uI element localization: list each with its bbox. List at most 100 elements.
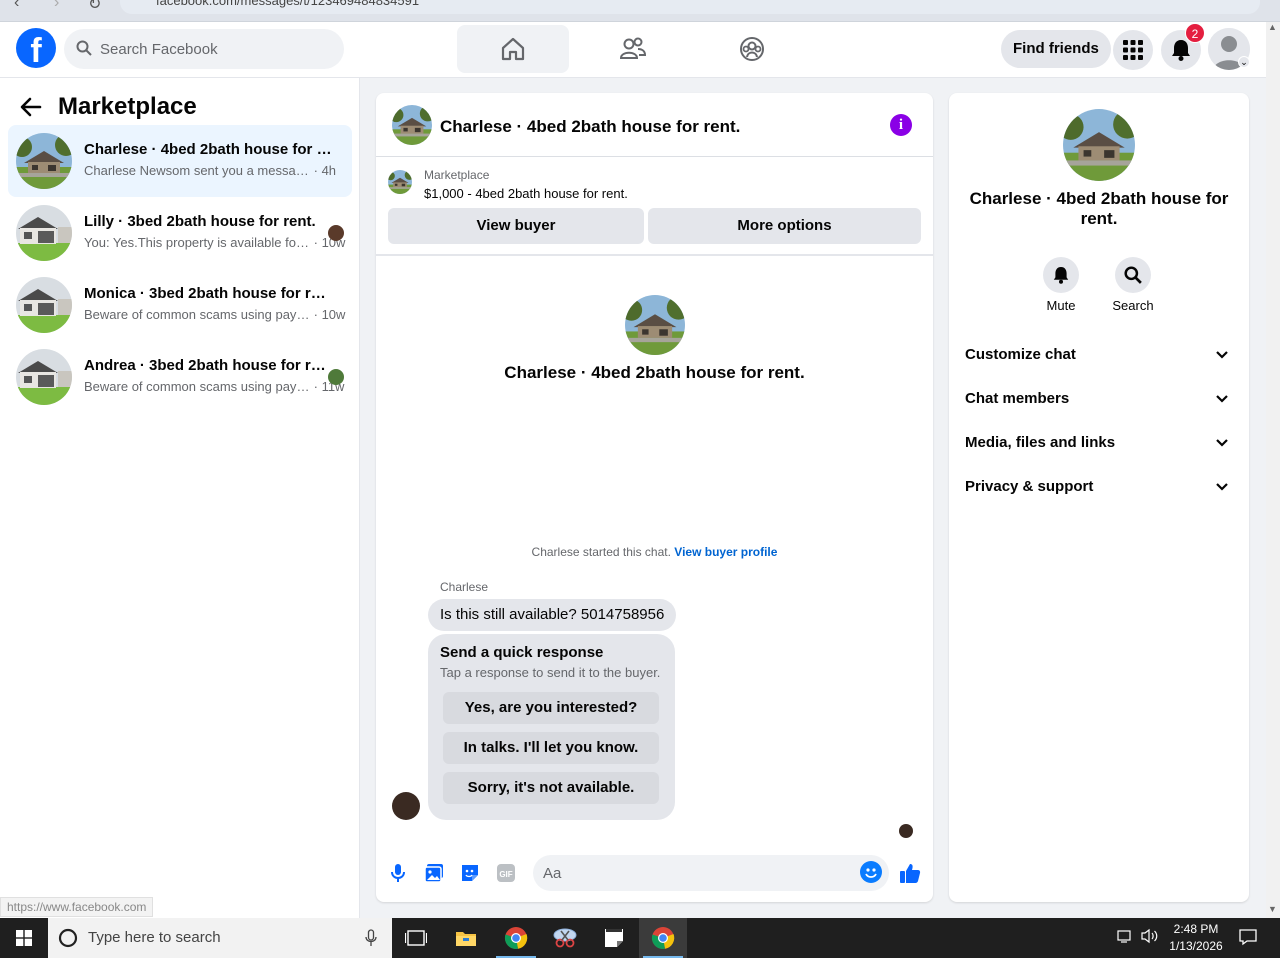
- microphone-icon: [391, 864, 405, 882]
- home-icon: [501, 37, 525, 61]
- bell-icon: [1172, 40, 1190, 61]
- more-options-button[interactable]: More options: [648, 208, 921, 244]
- conversation-name: Charlese · 4bed 2bath house for rent.: [84, 141, 334, 158]
- voice-clip-button[interactable]: [387, 862, 409, 884]
- address-bar[interactable]: facebook.com/messages/t/123469484834591: [120, 0, 1260, 14]
- conversation-item[interactable]: Monica · 3bed 2bath house for rent. Bewa…: [8, 269, 352, 341]
- windows-logo-icon: [16, 930, 32, 946]
- facebook-logo[interactable]: f: [16, 28, 56, 68]
- conversation-name: Andrea · 3bed 2bath house for rent.: [84, 357, 334, 374]
- attach-photo-button[interactable]: [423, 862, 445, 884]
- search-label: Search: [1112, 298, 1154, 313]
- quick-response-button[interactable]: In talks. I'll let you know.: [443, 732, 659, 764]
- quick-response-title: Send a quick response: [440, 644, 604, 661]
- system-clock[interactable]: 2:48 PM 1/13/2026: [1160, 921, 1232, 955]
- notification-count-badge: 2: [1185, 23, 1205, 43]
- like-button[interactable]: [899, 862, 921, 884]
- listing-banner: Marketplace $1,000 - 4bed 2bath house fo…: [376, 158, 933, 256]
- listing-thumbnail: [16, 205, 72, 261]
- notification-center-icon[interactable]: [1239, 928, 1257, 949]
- marketplace-conversation-list: Marketplace Charlese · 4bed 2bath house …: [0, 78, 360, 918]
- microphone-icon[interactable]: [365, 929, 377, 947]
- chevron-down-icon: [1216, 351, 1228, 359]
- scroll-down-icon[interactable]: ▼: [1268, 904, 1277, 914]
- photo-icon: [424, 864, 443, 883]
- scroll-up-icon[interactable]: ▲: [1268, 22, 1277, 32]
- info-icon[interactable]: i: [890, 114, 912, 136]
- chrome-active-taskbar-button[interactable]: [639, 918, 687, 958]
- volume-icon[interactable]: [1141, 928, 1159, 947]
- chat-members-section[interactable]: Chat members: [965, 381, 1233, 417]
- menu-button[interactable]: [1113, 30, 1153, 70]
- chrome-taskbar-button[interactable]: [492, 918, 540, 958]
- mute-action[interactable]: Mute: [1031, 257, 1091, 313]
- marketplace-label: Marketplace: [424, 168, 490, 182]
- quick-response-card: Send a quick response Tap a response to …: [428, 634, 675, 820]
- emoji-icon[interactable]: [860, 861, 882, 883]
- sender-avatar[interactable]: [392, 792, 420, 820]
- conversation-item[interactable]: Andrea · 3bed 2bath house for rent. Bewa…: [8, 341, 352, 413]
- quick-response-button[interactable]: Yes, are you interested?: [443, 692, 659, 724]
- file-explorer-button[interactable]: [442, 918, 490, 958]
- tab-home[interactable]: [457, 25, 569, 73]
- chat-thumbnail[interactable]: [392, 105, 432, 145]
- media-files-links-section[interactable]: Media, files and links: [965, 425, 1233, 461]
- reload-icon[interactable]: ↻: [88, 0, 101, 14]
- account-chevron-icon[interactable]: ⌄: [1238, 56, 1250, 68]
- info-profile-thumbnail[interactable]: [1063, 109, 1135, 181]
- view-buyer-profile-link[interactable]: View buyer profile: [674, 545, 777, 559]
- chrome-icon: [504, 927, 528, 949]
- network-icon[interactable]: [1117, 928, 1135, 947]
- taskbar-search-box[interactable]: Type here to search: [48, 918, 392, 958]
- read-receipt-avatar: [328, 369, 344, 385]
- conversation-item[interactable]: Lilly · 3bed 2bath house for rent. You: …: [8, 197, 352, 269]
- sticky-note-icon: [605, 929, 623, 947]
- find-friends-button[interactable]: Find friends: [1001, 30, 1111, 68]
- section-label: Customize chat: [965, 346, 1076, 363]
- top-navigation: f Find friends 2 ⌄: [0, 22, 1266, 78]
- mute-label: Mute: [1046, 298, 1076, 313]
- customize-chat-section[interactable]: Customize chat: [965, 337, 1233, 373]
- sticky-notes-button[interactable]: [590, 918, 638, 958]
- grid-menu-icon: [1123, 40, 1143, 60]
- listing-thumbnail: [16, 133, 72, 189]
- tab-groups[interactable]: [696, 25, 808, 73]
- page-scrollbar[interactable]: ▲ ▼: [1266, 22, 1280, 918]
- clock-date: 1/13/2026: [1169, 939, 1223, 953]
- search-conversation-action[interactable]: Search: [1103, 257, 1163, 313]
- quick-response-button[interactable]: Sorry, it's not available.: [443, 772, 659, 804]
- scissors-icon: [553, 928, 577, 948]
- section-label: Privacy & support: [965, 478, 1094, 495]
- privacy-support-section[interactable]: Privacy & support: [965, 469, 1233, 505]
- back-arrow-icon[interactable]: [20, 97, 42, 117]
- back-nav-icon[interactable]: ‹: [14, 0, 19, 12]
- message-sender-name: Charlese: [440, 580, 489, 594]
- task-view-button[interactable]: [392, 918, 440, 958]
- snipping-tool-button[interactable]: [541, 918, 589, 958]
- view-buyer-button[interactable]: View buyer: [388, 208, 644, 244]
- gif-button[interactable]: GIF: [495, 862, 517, 884]
- listing-price-title[interactable]: $1,000 - 4bed 2bath house for rent.: [424, 186, 628, 201]
- message-input-box[interactable]: [533, 855, 889, 891]
- svg-text:GIF: GIF: [499, 870, 512, 879]
- forward-nav-icon[interactable]: ›: [54, 0, 59, 12]
- conversation-item[interactable]: Charlese · 4bed 2bath house for rent. Ch…: [8, 125, 352, 197]
- conversation-time: · 10w: [313, 307, 346, 322]
- chevron-down-icon: [1216, 395, 1228, 403]
- start-button[interactable]: [0, 918, 48, 958]
- clock-time: 2:48 PM: [1173, 922, 1219, 936]
- search-bar[interactable]: [64, 29, 344, 69]
- friends-icon: [619, 37, 647, 59]
- sticker-button[interactable]: [459, 862, 481, 884]
- conversation-snippet: You: Yes.This property is available for …: [84, 235, 310, 250]
- search-input[interactable]: [100, 29, 330, 69]
- read-receipt-avatar: [328, 225, 344, 241]
- chat-title[interactable]: Charlese · 4bed 2bath house for rent.: [440, 117, 740, 137]
- tab-friends[interactable]: [577, 25, 689, 73]
- search-icon: [1124, 266, 1142, 284]
- incoming-message[interactable]: Is this still available? 5014758956: [428, 599, 677, 631]
- message-input[interactable]: [543, 855, 843, 891]
- quick-response-subtitle: Tap a response to send it to the buyer.: [440, 665, 661, 680]
- taskbar-search-placeholder: Type here to search: [88, 929, 221, 946]
- conversation-name: Monica · 3bed 2bath house for rent.: [84, 285, 334, 302]
